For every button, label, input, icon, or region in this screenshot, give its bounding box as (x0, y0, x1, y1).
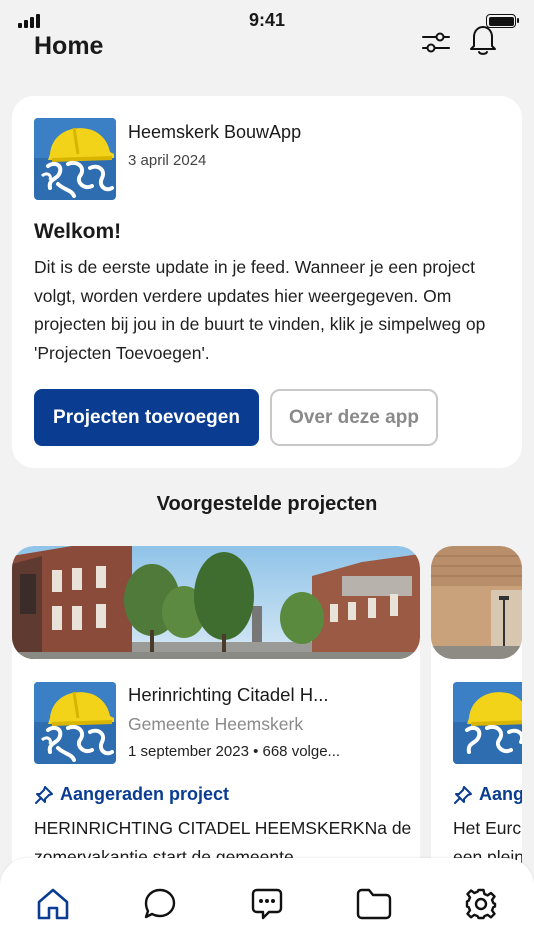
project-banner-image (12, 546, 420, 659)
folder-icon (356, 888, 391, 920)
pin-icon (454, 785, 472, 804)
project-banner-image (431, 546, 522, 659)
update-sender: Heemskerk BouwApp (128, 122, 302, 142)
recommended-tag: Aangeraden project (34, 784, 229, 805)
message-dots-icon (251, 888, 283, 920)
project-organisation: Gemeente Heemskerk (128, 714, 304, 734)
bell-icon[interactable] (466, 22, 500, 56)
project-description-line-1: Het Eurc (453, 818, 522, 838)
recommended-tag: Aang (453, 784, 522, 805)
status-time: 9:41 (248, 10, 286, 30)
pin-icon (35, 785, 53, 804)
nav-chat[interactable] (107, 858, 214, 950)
heemskerk-logo (34, 118, 116, 200)
update-date: 3 april 2024 (128, 152, 207, 169)
update-body: Dit is de eerste update in je feed. Wann… (34, 257, 486, 363)
welcome-update-card: Heemskerk BouwApp 3 april 2024 Welkom! D… (12, 96, 522, 468)
nav-home[interactable] (0, 858, 107, 950)
project-meta: 1 september 2023 • 668 volge... (128, 743, 341, 760)
project-title: Herinrichting Citadel H... (128, 684, 329, 705)
sliders-icon[interactable] (420, 28, 452, 56)
add-projects-button[interactable]: Projecten toevoegen (34, 389, 259, 446)
home-icon (38, 888, 69, 920)
project-card[interactable]: Aang Het Eurc een plein (431, 546, 522, 886)
bottom-navigation (0, 858, 534, 950)
page-title: Home (34, 32, 104, 60)
recommended-tag-label: Aangeraden project (60, 784, 230, 804)
nav-settings[interactable] (427, 858, 534, 950)
about-app-button[interactable]: Over deze app (270, 389, 438, 446)
suggested-projects-title: Voorgestelde projecten (156, 493, 378, 515)
nav-projects[interactable] (320, 858, 427, 950)
settings-gear-icon (465, 888, 496, 920)
heemskerk-logo (34, 682, 116, 764)
chat-bubble-icon (144, 888, 176, 919)
update-heading: Welkom! (34, 220, 122, 243)
project-description-line-1: HERINRICHTING CITADEL HEEMSKERKNa de (34, 818, 412, 838)
nav-messages[interactable] (214, 858, 321, 950)
project-card[interactable]: Herinrichting Citadel H... Gemeente Heem… (12, 546, 420, 886)
recommended-tag-label: Aang (479, 784, 522, 804)
heemskerk-logo (453, 682, 522, 764)
